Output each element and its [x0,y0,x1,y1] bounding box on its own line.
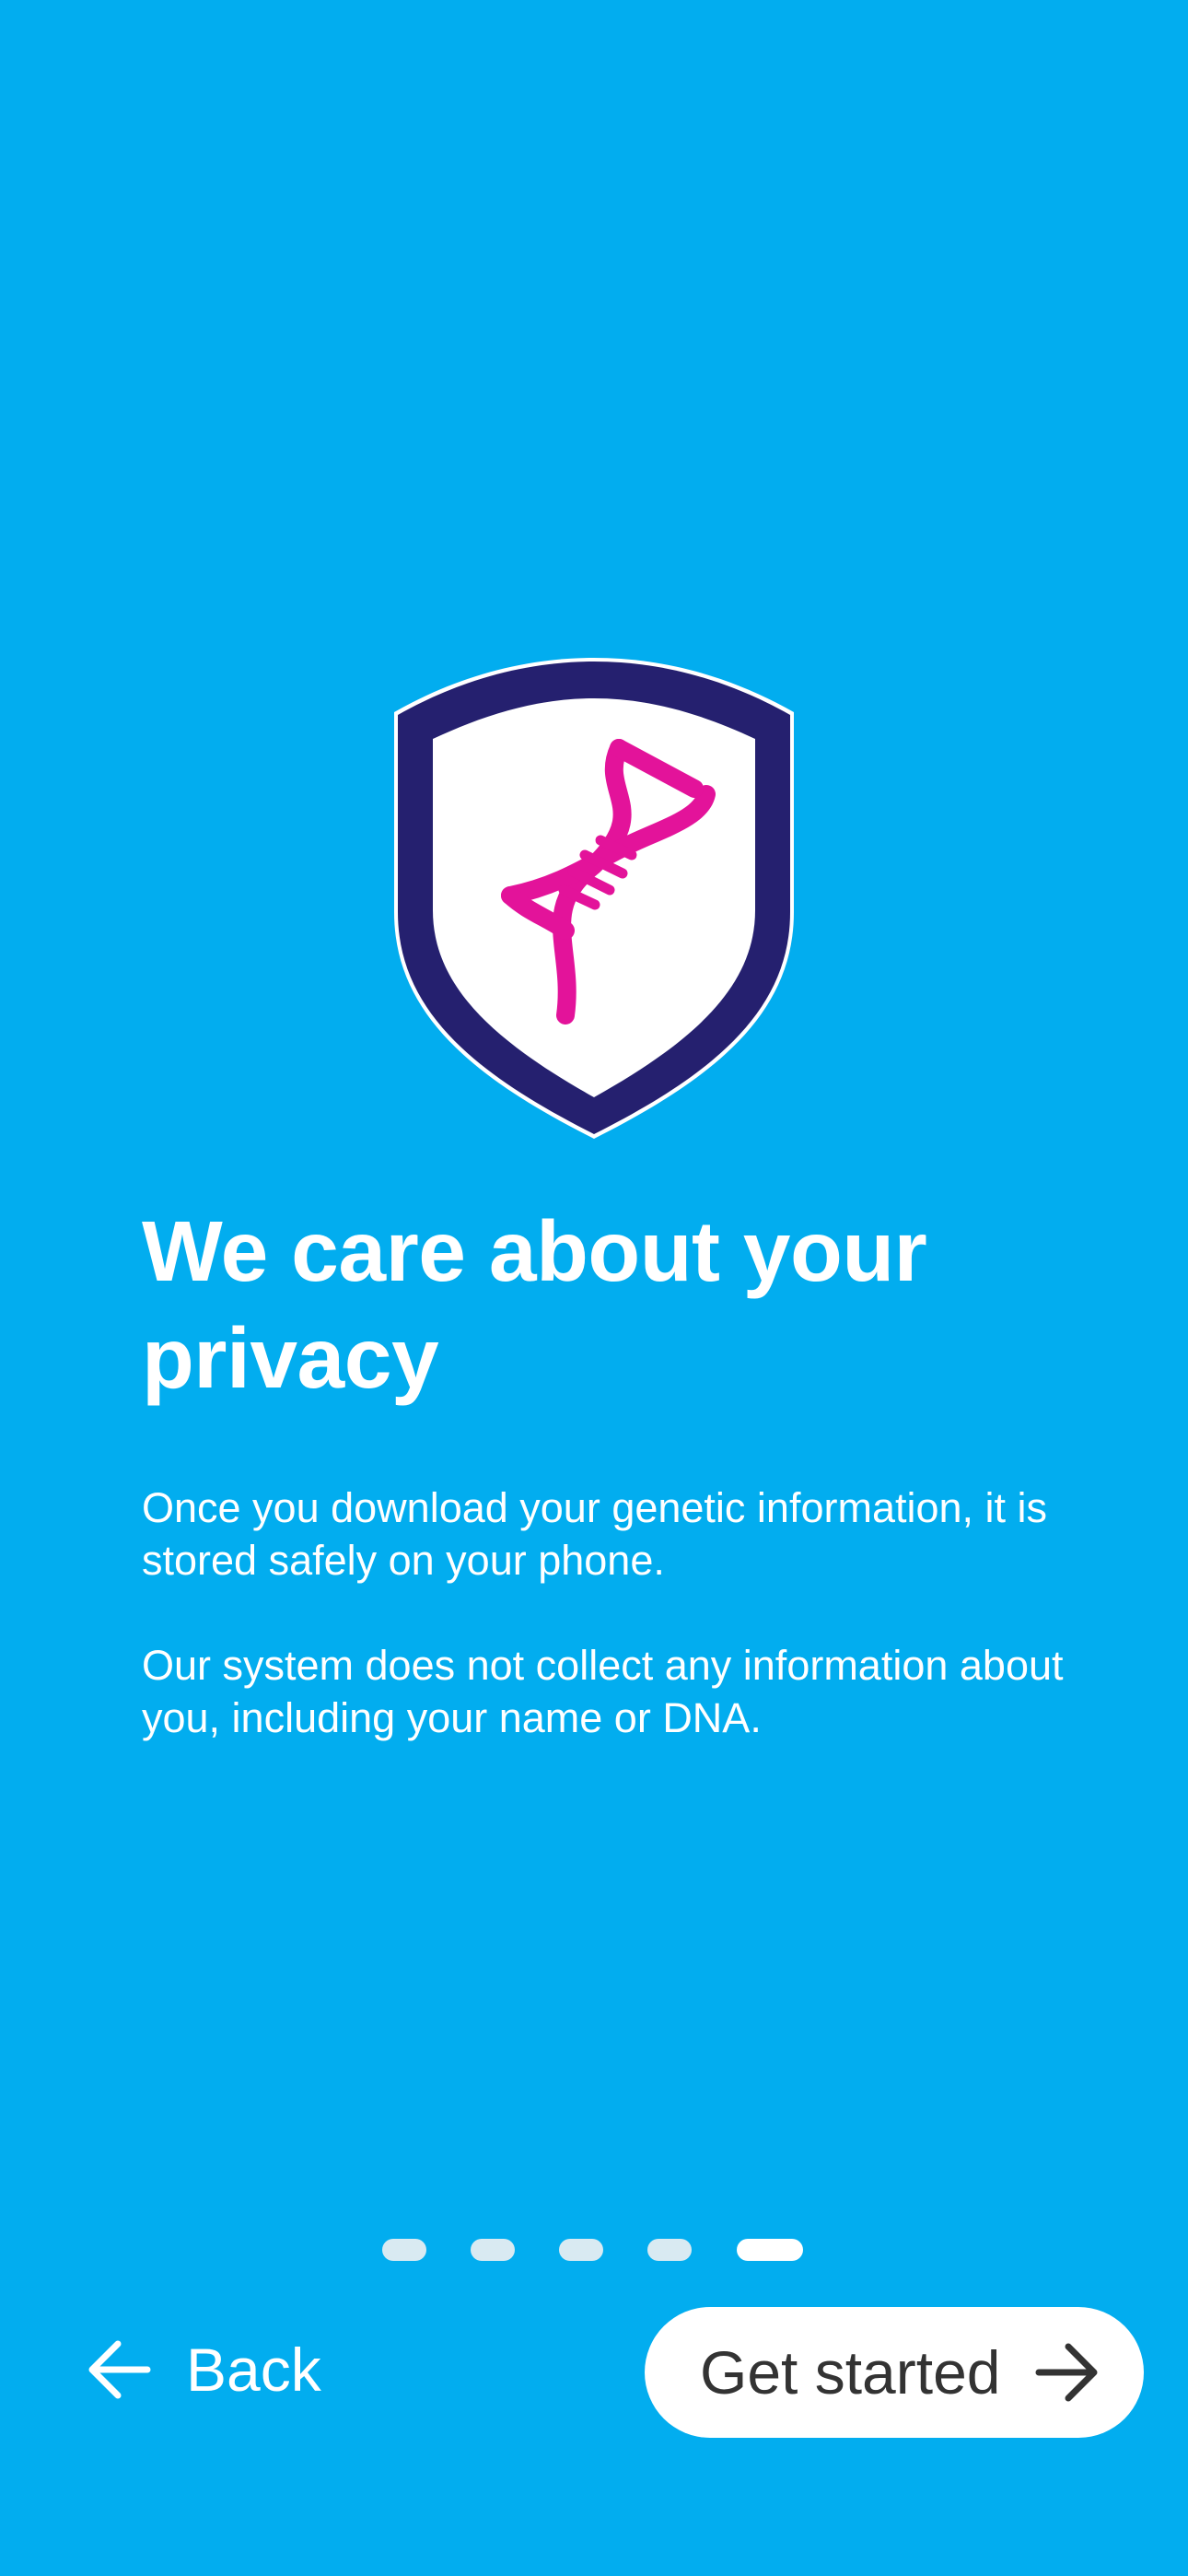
status-bar [0,0,212,6]
arrow-right-icon [1031,2337,1101,2407]
onboarding-screen: We care about your privacy Once you down… [0,0,1188,2576]
dna-shield-icon [394,658,794,1139]
page-title: We care about your privacy [142,1203,927,1406]
page-indicator [382,2239,806,2261]
get-started-button-label: Get started [700,2338,1001,2406]
description-paragraph-2: Our system does not collect any informat… [142,1642,1064,1741]
description-paragraph-1: Once you download your genetic informati… [142,1484,1048,1584]
page-indicator-dot-2[interactable] [471,2239,515,2261]
back-button-label: Back [186,2336,321,2404]
page-indicator-dot-4[interactable] [647,2239,692,2261]
page-indicator-dot-1[interactable] [382,2239,426,2261]
arrow-left-icon [85,2335,155,2405]
page-indicator-dot-3[interactable] [559,2239,603,2261]
back-button[interactable]: Back [85,2324,321,2416]
get-started-button[interactable]: Get started [645,2307,1144,2438]
page-indicator-dot-5-active[interactable] [737,2239,803,2261]
privacy-illustration [390,654,798,1142]
